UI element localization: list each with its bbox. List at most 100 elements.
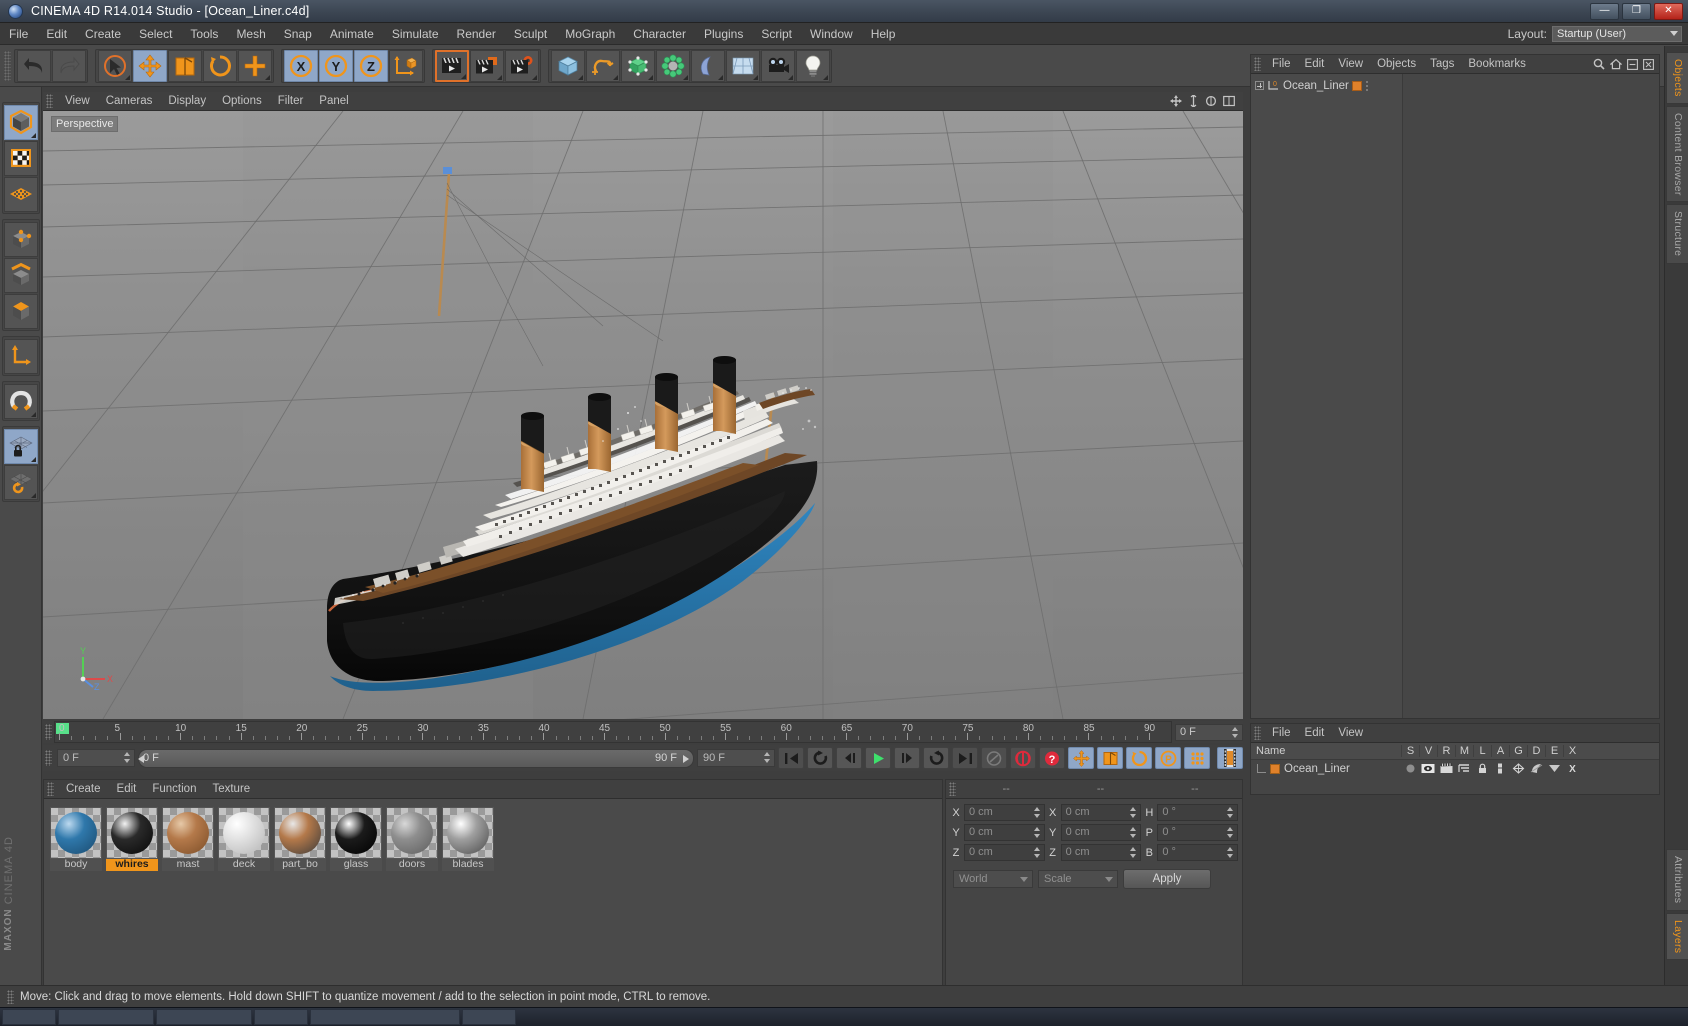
layer-column-g[interactable]: G <box>1509 745 1527 757</box>
layer-toggle-cell[interactable] <box>1437 763 1455 774</box>
material-menu-edit[interactable]: Edit <box>109 780 145 799</box>
keyframe-selection[interactable]: ? <box>1039 747 1065 769</box>
rotate-tool[interactable] <box>202 49 237 82</box>
rotation-input[interactable]: 0 ° <box>1157 804 1239 821</box>
uv-mesh-mode[interactable] <box>3 176 38 212</box>
timeline-scrollbar[interactable]: 0 F 90 F <box>138 748 694 768</box>
value-spinner-icon[interactable] <box>1130 807 1137 818</box>
home-icon[interactable] <box>1610 58 1622 70</box>
select-tool[interactable] <box>97 49 132 82</box>
size-input[interactable]: 0 cm <box>1060 804 1142 821</box>
layer-column-s[interactable]: S <box>1401 745 1419 757</box>
viewport-menu-display[interactable]: Display <box>160 92 214 111</box>
material-swatch[interactable] <box>330 807 382 859</box>
viewport-grip[interactable] <box>46 94 53 108</box>
menu-item-mograph[interactable]: MoGraph <box>556 23 624 45</box>
viewport-rotate-icon[interactable] <box>1205 95 1217 107</box>
viewport-maximize-icon[interactable] <box>1223 95 1235 107</box>
material-swatch[interactable] <box>106 807 158 859</box>
maximize-button[interactable]: ❐ <box>1622 2 1651 20</box>
texture-mode[interactable] <box>3 140 38 176</box>
frame-spinner-icon[interactable] <box>1232 726 1239 738</box>
vertical-tab-attributes[interactable]: Attributes <box>1666 849 1688 911</box>
material-menu-function[interactable]: Function <box>144 780 204 799</box>
point-mode[interactable] <box>3 221 38 257</box>
visibility-dots-icon[interactable] <box>1364 79 1369 92</box>
material-item[interactable]: body <box>50 807 102 871</box>
layer-column-m[interactable]: M <box>1455 745 1473 757</box>
layer-name-cell[interactable]: Ocean_Liner <box>1251 763 1401 775</box>
start-frame-spinner-icon[interactable] <box>124 752 131 763</box>
menu-item-create[interactable]: Create <box>76 23 130 45</box>
add-generator[interactable] <box>620 49 655 82</box>
layer-column-l[interactable]: L <box>1473 745 1491 757</box>
record-pla[interactable]: P <box>1155 747 1181 769</box>
object-tree-area[interactable]: 0 Ocean_Liner <box>1251 74 1659 718</box>
taskbar-item[interactable] <box>310 1009 460 1025</box>
record-parameter[interactable] <box>1184 747 1210 769</box>
material-name[interactable]: mast <box>162 858 214 871</box>
add-environment[interactable] <box>725 49 760 82</box>
layer-row[interactable]: Ocean_Liner X <box>1251 760 1659 777</box>
viewport-canvas[interactable]: Perspective Y X Z <box>43 111 1243 719</box>
menu-item-simulate[interactable]: Simulate <box>383 23 448 45</box>
layer-toggle-cell[interactable] <box>1401 763 1419 774</box>
timeline-ruler[interactable]: 0 5 10 15 20 25 30 35 40 45 50 55 60 65 70 75 80 85 90 <box>54 721 1172 743</box>
menu-item-character[interactable]: Character <box>624 23 695 45</box>
material-swatch[interactable] <box>218 807 270 859</box>
taskbar-item[interactable] <box>156 1009 252 1025</box>
taskbar-item[interactable] <box>254 1009 308 1025</box>
object-tag-area[interactable] <box>1403 74 1659 718</box>
menu-item-mesh[interactable]: Mesh <box>227 23 274 45</box>
timeline-grip[interactable] <box>45 724 52 740</box>
end-frame-field[interactable]: 90 F <box>697 749 775 767</box>
rotation-input[interactable]: 0 ° <box>1157 844 1239 861</box>
start-frame-field[interactable]: 0 F <box>57 749 135 767</box>
coordinate-mode-dropdown[interactable]: Scale <box>1038 870 1118 888</box>
polygon-mode[interactable] <box>3 293 38 329</box>
viewport-move-icon[interactable] <box>1170 95 1182 107</box>
go-to-start-button[interactable] <box>778 747 804 769</box>
value-spinner-icon[interactable] <box>1227 847 1234 858</box>
vertical-tab-objects[interactable]: Objects <box>1666 52 1688 104</box>
layer-toggle-cell[interactable] <box>1527 763 1545 774</box>
add-cube-primitive[interactable] <box>550 49 585 82</box>
world-object-coord[interactable] <box>388 49 423 82</box>
edge-mode[interactable] <box>3 257 38 293</box>
material-list[interactable]: body whires mast deck part_bo glass doors blade… <box>44 799 942 986</box>
material-grip[interactable] <box>47 782 54 796</box>
menu-item-snap[interactable]: Snap <box>275 23 321 45</box>
value-spinner-icon[interactable] <box>1227 827 1234 838</box>
menu-item-window[interactable]: Window <box>801 23 862 45</box>
workplane-lock[interactable] <box>3 428 38 464</box>
rotation-input[interactable]: 0 ° <box>1157 824 1239 841</box>
material-item[interactable]: blades <box>442 807 494 871</box>
enable-snap[interactable] <box>3 383 38 419</box>
lock-y-axis[interactable]: Y <box>318 49 353 82</box>
position-input[interactable]: 0 cm <box>964 824 1045 841</box>
menu-item-animate[interactable]: Animate <box>321 23 383 45</box>
menu-item-file[interactable]: File <box>0 23 37 45</box>
viewport-menu-cameras[interactable]: Cameras <box>98 92 161 111</box>
layer-toggle-cell[interactable] <box>1509 763 1527 774</box>
add-scene-object[interactable] <box>690 49 725 82</box>
object-menu-edit[interactable]: Edit <box>1298 55 1332 74</box>
expand-plus-icon[interactable] <box>1255 81 1264 90</box>
object-name[interactable]: Ocean_Liner <box>1283 80 1349 92</box>
layer-toggle-cell[interactable]: X <box>1563 763 1581 774</box>
scale-tool[interactable] <box>167 49 202 82</box>
lock-x-axis[interactable]: X <box>283 49 318 82</box>
record-scale[interactable] <box>1097 747 1123 769</box>
move-tool[interactable] <box>132 49 167 82</box>
material-swatch[interactable] <box>442 807 494 859</box>
material-name[interactable]: doors <box>386 858 438 871</box>
layer-column-r[interactable]: R <box>1437 745 1455 757</box>
layer-menu-file[interactable]: File <box>1265 724 1298 743</box>
size-input[interactable]: 0 cm <box>1060 824 1142 841</box>
layer-column-x[interactable]: X <box>1563 745 1581 757</box>
material-name[interactable]: blades <box>442 858 494 871</box>
material-item[interactable]: part_bo <box>274 807 326 871</box>
value-spinner-icon[interactable] <box>1033 827 1041 838</box>
render-region[interactable] <box>469 49 504 82</box>
material-swatch[interactable] <box>162 807 214 859</box>
